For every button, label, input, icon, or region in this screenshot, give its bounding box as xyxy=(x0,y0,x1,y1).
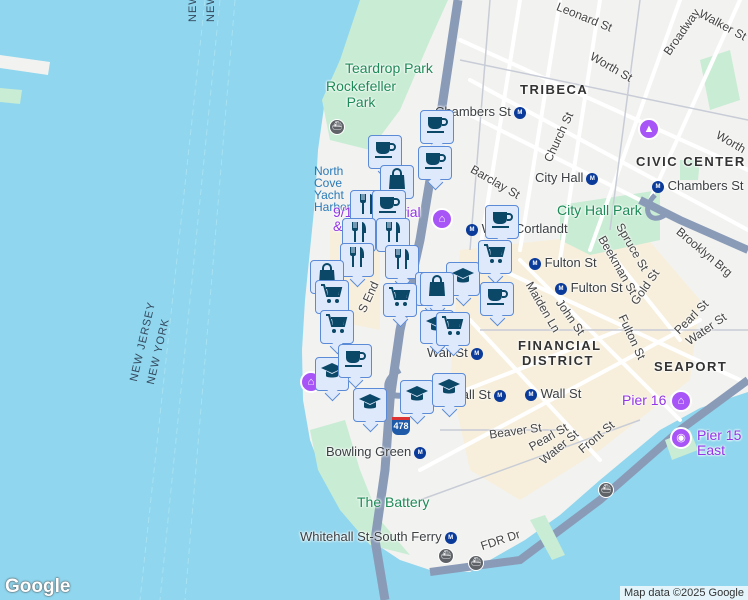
subway-icon: M xyxy=(529,257,541,270)
map-marker-shopping-cart[interactable] xyxy=(383,283,417,317)
park-label-teardrop: Teardrop Park xyxy=(345,60,433,76)
subway-icon: M xyxy=(586,172,599,185)
map-marker-coffee[interactable] xyxy=(338,344,372,378)
ferry-icon[interactable]: ⛴ xyxy=(598,482,614,498)
subway-icon: M xyxy=(444,531,457,544)
camera-pin-icon[interactable]: ◉ xyxy=(670,427,692,449)
station-fulton-1[interactable]: M Fulton St xyxy=(526,255,597,270)
school-icon xyxy=(405,382,429,412)
subway-icon: M xyxy=(470,347,483,360)
map-marker-school[interactable] xyxy=(400,380,434,414)
google-logo: Google xyxy=(5,576,71,597)
map-marker-coffee[interactable] xyxy=(368,135,402,169)
ferry-icon[interactable]: ⛴ xyxy=(468,555,484,571)
neighborhood-tribeca: TRIBECA xyxy=(520,82,589,97)
map-marker-coffee[interactable] xyxy=(418,146,452,180)
map-marker-shopping-cart[interactable] xyxy=(320,310,354,344)
station-wall-3[interactable]: M Wall St xyxy=(522,386,581,401)
station-chambers-2[interactable]: M Chambers St xyxy=(649,178,744,193)
poi-label-pier16[interactable]: Pier 16 xyxy=(622,392,666,408)
map-marker-restaurant[interactable] xyxy=(340,243,374,277)
station-whitehall[interactable]: Whitehall St-South Ferry M xyxy=(300,529,457,544)
map-marker-shopping-cart[interactable] xyxy=(478,240,512,274)
interstate-478-shield: 478 xyxy=(392,417,410,435)
map-marker-shopping-cart[interactable] xyxy=(436,312,470,346)
shopping-cart-icon xyxy=(483,242,507,272)
subway-icon: M xyxy=(414,446,427,459)
subway-icon: M xyxy=(525,388,537,401)
school-icon xyxy=(451,264,475,294)
station-city-hall[interactable]: City Hall M xyxy=(535,170,599,185)
coffee-icon xyxy=(425,112,449,142)
park-label-rockefeller: Rockefeller Park xyxy=(326,78,397,110)
coffee-icon xyxy=(343,346,367,376)
restaurant-icon xyxy=(390,247,414,277)
map-marker-school[interactable] xyxy=(432,373,466,407)
ferry-icon[interactable]: ⛴ xyxy=(329,119,345,135)
museum-pin-icon[interactable]: ⌂ xyxy=(670,390,692,412)
coffee-icon xyxy=(490,207,514,237)
map-marker-coffee[interactable] xyxy=(480,282,514,316)
map-marker-shopping-bag[interactable] xyxy=(420,272,454,306)
school-icon xyxy=(358,390,382,420)
subway-icon: M xyxy=(652,180,664,193)
shopping-cart-icon xyxy=(441,314,465,344)
map-marker-school[interactable] xyxy=(353,388,387,422)
map-marker-restaurant[interactable] xyxy=(385,245,419,279)
restaurant-icon xyxy=(345,245,369,275)
subway-icon: M xyxy=(513,106,526,119)
shopping-cart-icon xyxy=(325,312,349,342)
park-label-city-hall: City Hall Park xyxy=(557,202,642,218)
neighborhood-financial-district: FINANCIAL DISTRICT xyxy=(518,338,602,368)
shopping-cart-icon xyxy=(388,285,412,315)
nj-pier xyxy=(0,88,22,104)
school-icon xyxy=(437,375,461,405)
coffee-icon xyxy=(423,148,447,178)
station-fulton-2[interactable]: M Fulton St xyxy=(552,280,623,295)
shopping-cart-icon xyxy=(320,282,344,312)
ferry-icon[interactable]: ⛴ xyxy=(438,548,454,564)
subway-icon: M xyxy=(493,389,506,402)
monument-pin-icon[interactable]: ▲ xyxy=(638,118,660,140)
park-label-battery: The Battery xyxy=(357,494,430,510)
subway-icon: M xyxy=(466,223,478,236)
subway-icon: M xyxy=(555,282,567,295)
map-marker-coffee[interactable] xyxy=(420,110,454,144)
shopping-bag-icon xyxy=(425,274,449,304)
museum-pin-icon[interactable]: ⌂ xyxy=(431,208,453,230)
coffee-icon xyxy=(373,137,397,167)
map-attribution[interactable]: Map data ©2025 Google xyxy=(619,586,748,600)
coffee-icon xyxy=(485,284,509,314)
neighborhood-seaport: SEAPORT xyxy=(654,359,728,374)
state-label-nj-top: NEW xyxy=(187,0,199,22)
neighborhood-civic-center: CIVIC CENTER xyxy=(636,154,746,169)
map-marker-coffee[interactable] xyxy=(485,205,519,239)
station-bowling-green[interactable]: Bowling Green M xyxy=(326,444,427,459)
state-label-ny-top: NEW xyxy=(205,0,217,22)
map-marker-shopping-cart[interactable] xyxy=(315,280,349,314)
poi-label-pier15[interactable]: Pier 15 East River Esplanade xyxy=(697,428,748,458)
